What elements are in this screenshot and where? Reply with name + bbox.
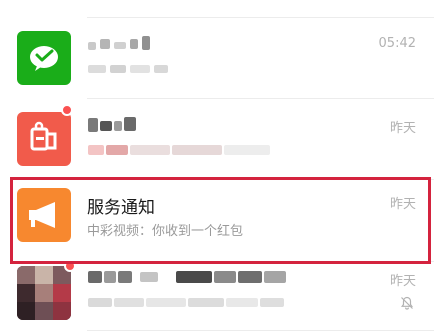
unread-dot (61, 104, 73, 116)
shopping-bag-icon (30, 121, 57, 151)
chat-row[interactable]: 昨天 (0, 99, 434, 181)
unread-dot (64, 260, 76, 272)
wechat-pay-avatar (17, 31, 71, 85)
chat-row[interactable]: 05:42 (0, 18, 434, 100)
chat-row[interactable]: 昨天 (0, 260, 434, 332)
chat-time: 昨天 (389, 197, 416, 212)
divider (87, 330, 434, 331)
mute-bell-icon (401, 296, 413, 310)
chat-time: 昨天 (389, 274, 416, 289)
chat-time: 05:42 (378, 36, 416, 51)
megaphone-icon (29, 202, 55, 228)
service-avatar (17, 188, 71, 242)
wechat-pay-icon (30, 46, 58, 71)
chat-time: 昨天 (389, 121, 416, 136)
chat-subtitle: 中彩视频：你收到一个红包 (87, 224, 244, 239)
chat-title: 服务通知 (87, 198, 155, 218)
shop-avatar (17, 112, 71, 166)
chat-row-service-notification[interactable]: 服务通知 中彩视频：你收到一个红包 昨天 (0, 180, 434, 262)
photo-avatar (17, 266, 71, 320)
photo-avatar-image (17, 266, 71, 320)
chat-list: 05:42 昨天 服务通知 中彩视频：你收到一个红包 昨天 昨天 (0, 0, 434, 332)
